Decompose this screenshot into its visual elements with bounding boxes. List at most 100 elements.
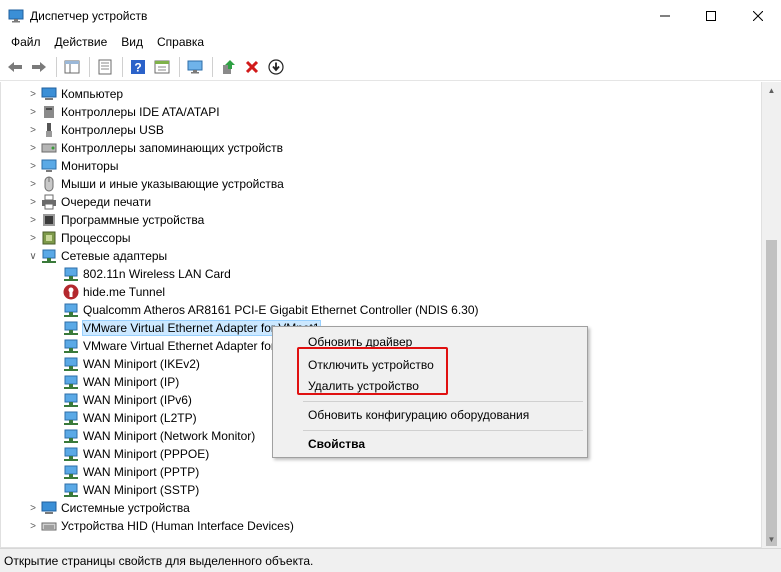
tree-item-wan-network-monitor[interactable]: WAN Miniport (Network Monitor) bbox=[63, 427, 255, 445]
close-icon bbox=[753, 10, 763, 21]
help-icon: ? bbox=[131, 59, 145, 74]
chevron-down-icon[interactable]: ∨ bbox=[25, 247, 41, 265]
tree-item-label: Контроллеры IDE ATA/ATAPI bbox=[61, 105, 220, 119]
back-button[interactable] bbox=[4, 56, 26, 78]
network-adapter-icon bbox=[42, 249, 56, 263]
scroll-thumb[interactable] bbox=[766, 240, 777, 546]
maximize-icon bbox=[706, 10, 716, 21]
software-device-icon bbox=[43, 214, 55, 226]
chevron-right-icon[interactable]: > bbox=[25, 499, 41, 517]
menu-separator bbox=[303, 401, 583, 402]
maximize-button[interactable] bbox=[688, 0, 734, 31]
menu-view[interactable]: Вид bbox=[114, 31, 150, 53]
vertical-scrollbar[interactable]: ▲ ▼ bbox=[762, 82, 781, 548]
tree-item-label: Компьютер bbox=[61, 87, 124, 101]
toolbar-separator bbox=[122, 56, 123, 77]
toolbar-separator bbox=[179, 56, 180, 77]
scroll-down-button[interactable]: ▼ bbox=[762, 531, 781, 548]
chevron-right-icon[interactable]: > bbox=[25, 139, 41, 157]
tree-item-wan-ipv6[interactable]: WAN Miniport (IPv6) bbox=[63, 391, 192, 409]
tree-item-wan-ikev2[interactable]: WAN Miniport (IKEv2) bbox=[63, 355, 200, 373]
network-adapter-icon bbox=[64, 375, 78, 389]
tree-item-storage-controllers[interactable]: > Контроллеры запоминающих устройств bbox=[25, 139, 283, 157]
chevron-right-icon[interactable]: > bbox=[25, 121, 41, 139]
chevron-right-icon[interactable]: > bbox=[25, 103, 41, 121]
storage-controller-icon bbox=[41, 143, 57, 153]
properties-toolbar-button[interactable] bbox=[94, 56, 116, 78]
processor-icon bbox=[42, 231, 56, 245]
tree-item-wan-pppoe[interactable]: WAN Miniport (PPPOE) bbox=[63, 445, 209, 463]
tree-item-qualcomm-ethernet[interactable]: Qualcomm Atheros AR8161 PCI-E Gigabit Et… bbox=[63, 301, 479, 319]
network-adapter-icon bbox=[64, 411, 78, 425]
tree-item-ide-controllers[interactable]: > Контроллеры IDE ATA/ATAPI bbox=[25, 103, 220, 121]
tree-item-label: Контроллеры USB bbox=[61, 123, 164, 137]
network-adapter-icon bbox=[64, 465, 78, 479]
chevron-right-icon[interactable]: > bbox=[25, 211, 41, 229]
tree-item-label: Устройства HID (Human Interface Devices) bbox=[61, 519, 294, 533]
tree-item-mice[interactable]: > Мыши и иные указывающие устройства bbox=[25, 175, 284, 193]
tree-item-monitors[interactable]: > Мониторы bbox=[25, 157, 118, 175]
tree-item-hideme-tunnel[interactable]: hide.me Tunnel bbox=[63, 283, 165, 301]
scroll-up-button[interactable]: ▲ bbox=[762, 82, 781, 99]
tree-item-label: Мониторы bbox=[61, 159, 119, 173]
tree-item-label: hide.me Tunnel bbox=[83, 285, 166, 299]
console-tree-icon bbox=[64, 60, 80, 73]
network-adapter-icon bbox=[64, 429, 78, 443]
tree-item-usb-controllers[interactable]: > Контроллеры USB bbox=[25, 121, 164, 139]
minimize-button[interactable] bbox=[642, 0, 688, 31]
menu-item-properties[interactable]: Свойства bbox=[275, 433, 585, 455]
menu-item-scan-hardware[interactable]: Обновить конфигурацию оборудования bbox=[275, 404, 585, 426]
help-toolbar-button[interactable]: ? bbox=[127, 56, 149, 78]
tree-item-software-devices[interactable]: > Программные устройства bbox=[25, 211, 204, 229]
printer-icon bbox=[42, 194, 56, 210]
chevron-right-icon[interactable]: > bbox=[25, 85, 41, 103]
hideme-icon bbox=[63, 284, 79, 300]
forward-button[interactable] bbox=[28, 56, 50, 78]
tree-item-system-devices[interactable]: > Системные устройства bbox=[25, 499, 190, 517]
show-hide-tree-button[interactable] bbox=[61, 56, 83, 78]
title-bar: Диспетчер устройств bbox=[0, 0, 781, 31]
tree-item-wan-pptp[interactable]: WAN Miniport (PPTP) bbox=[63, 463, 199, 481]
tree-item-wan-l2tp[interactable]: WAN Miniport (L2TP) bbox=[63, 409, 197, 427]
system-device-icon bbox=[41, 501, 57, 514]
tree-item-label: Мыши и иные указывающие устройства bbox=[61, 177, 284, 191]
tree-item-network-adapters[interactable]: ∨ Сетевые адаптеры bbox=[25, 247, 167, 265]
update-driver-toolbar-button[interactable] bbox=[217, 56, 239, 78]
tree-item-label: WAN Miniport (IPv6) bbox=[83, 393, 192, 407]
uninstall-toolbar-button[interactable] bbox=[241, 56, 263, 78]
chevron-right-icon[interactable]: > bbox=[25, 157, 41, 175]
close-button[interactable] bbox=[735, 0, 781, 31]
tree-item-wireless-lan[interactable]: 802.11n Wireless LAN Card bbox=[63, 265, 231, 283]
disable-toolbar-button[interactable] bbox=[265, 56, 287, 78]
tree-item-label: WAN Miniport (SSTP) bbox=[83, 483, 200, 497]
update-driver-icon bbox=[223, 59, 235, 74]
menu-bar: Файл Действие Вид Справка bbox=[0, 31, 781, 53]
chevron-right-icon[interactable]: > bbox=[25, 193, 41, 211]
menu-file[interactable]: Файл bbox=[4, 31, 48, 53]
toolbar: ? bbox=[0, 53, 781, 81]
tree-item-print-queues[interactable]: > Очереди печати bbox=[25, 193, 151, 211]
tree-item-hid-devices[interactable]: > Устройства HID (Human Interface Device… bbox=[25, 517, 294, 535]
tree-item-wan-sstp[interactable]: WAN Miniport (SSTP) bbox=[63, 481, 199, 499]
network-adapter-icon bbox=[64, 483, 78, 497]
scan-hardware-toolbar-button[interactable] bbox=[184, 56, 206, 78]
menu-help[interactable]: Справка bbox=[150, 31, 211, 53]
tree-item-wan-ip[interactable]: WAN Miniport (IP) bbox=[63, 373, 179, 391]
tree-item-label: WAN Miniport (PPPOE) bbox=[83, 447, 210, 461]
ide-controller-icon bbox=[44, 106, 54, 118]
chevron-right-icon[interactable]: > bbox=[25, 517, 41, 535]
tree-item-label: WAN Miniport (L2TP) bbox=[83, 411, 197, 425]
tree-item-computer[interactable]: > Компьютер bbox=[25, 85, 123, 103]
device-tree[interactable]: > Компьютер > Контроллеры IDE ATA/ATAPI … bbox=[0, 82, 762, 548]
tree-item-processors[interactable]: > Процессоры bbox=[25, 229, 130, 247]
forward-arrow-icon bbox=[32, 61, 46, 72]
menu-action[interactable]: Действие bbox=[48, 31, 115, 53]
view-toolbar-button[interactable] bbox=[151, 56, 173, 78]
menu-separator bbox=[303, 430, 583, 431]
chevron-right-icon[interactable]: > bbox=[25, 175, 41, 193]
network-adapter-icon bbox=[64, 393, 78, 407]
minimize-icon bbox=[660, 15, 670, 16]
chevron-right-icon[interactable]: > bbox=[25, 229, 41, 247]
delete-x-icon bbox=[245, 60, 259, 73]
annotation-highlight-box bbox=[297, 347, 448, 395]
